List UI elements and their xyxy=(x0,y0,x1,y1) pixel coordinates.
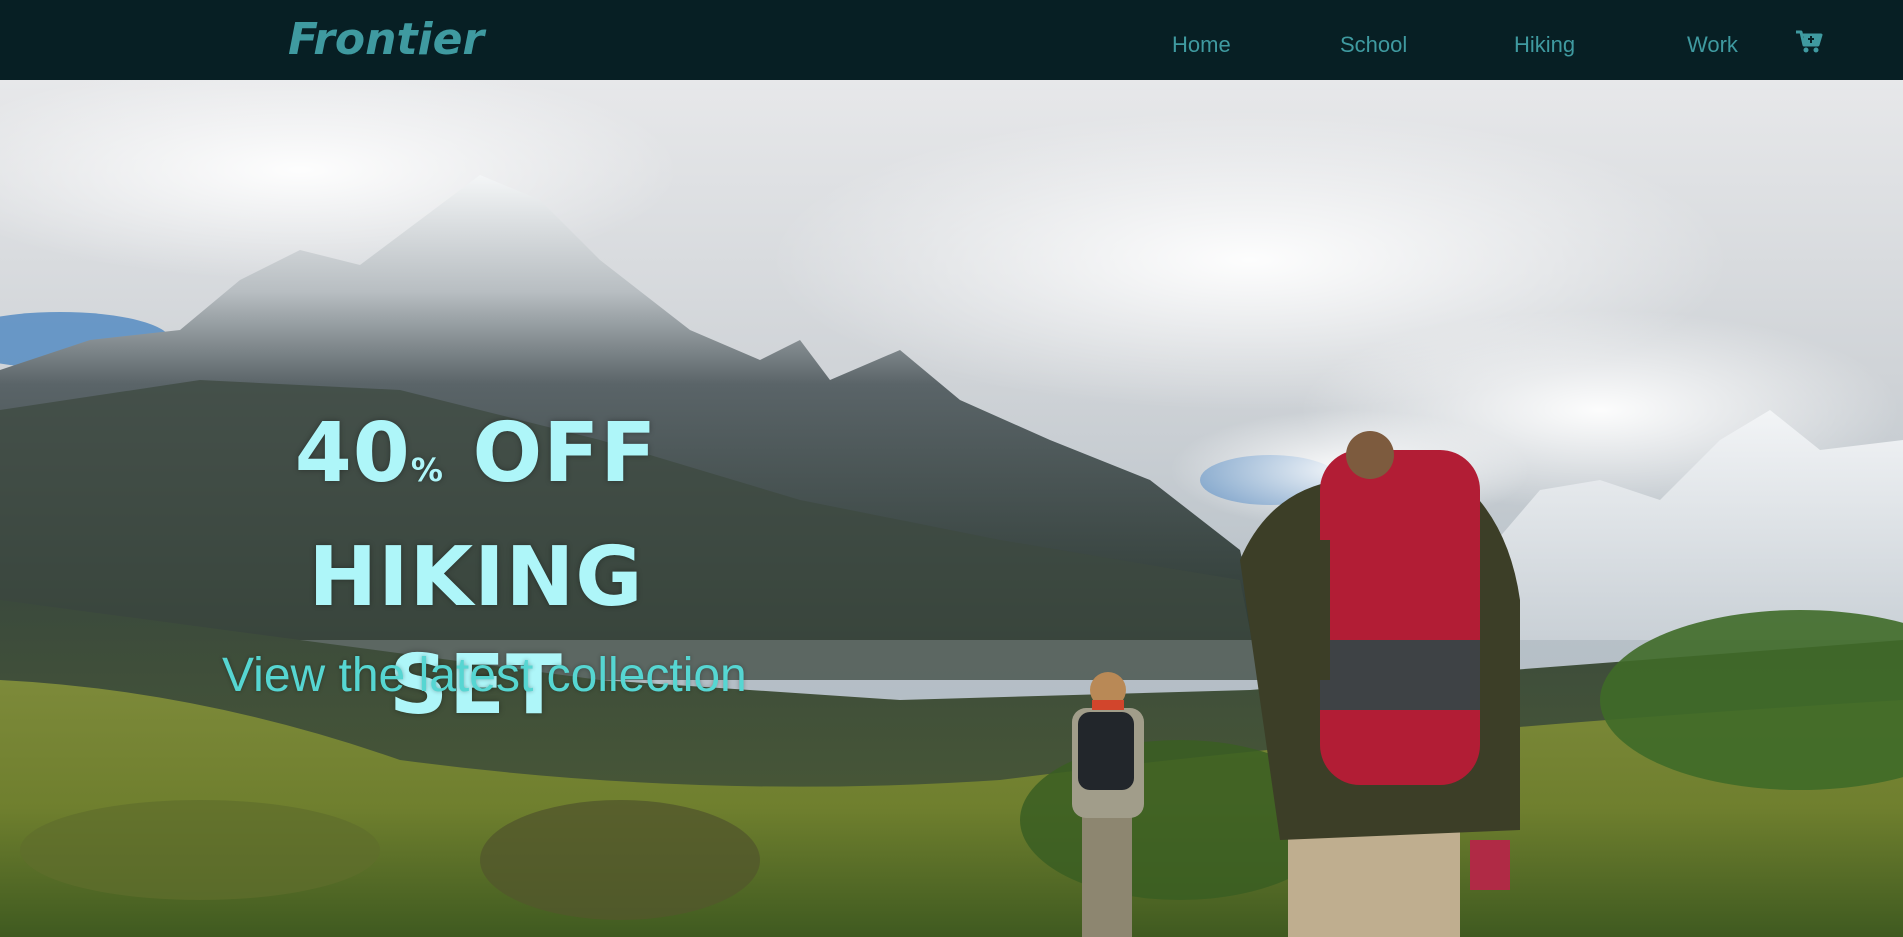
nav-link-school[interactable]: School xyxy=(1340,30,1407,60)
promo-headline-line2: HIKING xyxy=(308,530,644,625)
promo-headline-line1: 40% OFF xyxy=(276,400,676,524)
promo-percent-sign: % xyxy=(410,451,443,489)
hero-banner: 40% OFF HIKING SET View the latest colle… xyxy=(0,80,1903,937)
navbar: Frontier Home School Hiking Work xyxy=(0,0,1903,80)
nav-link-home[interactable]: Home xyxy=(1172,30,1231,60)
view-collection-link[interactable]: View the latest collection xyxy=(222,646,752,706)
nav-link-work[interactable]: Work xyxy=(1687,30,1738,60)
nav-link-hiking[interactable]: Hiking xyxy=(1514,30,1575,60)
promo-discount-number: 40 xyxy=(294,406,411,501)
cart-icon[interactable] xyxy=(1794,26,1824,56)
promo-off-text: OFF xyxy=(442,406,658,501)
brand-logo[interactable]: Frontier xyxy=(288,12,484,68)
